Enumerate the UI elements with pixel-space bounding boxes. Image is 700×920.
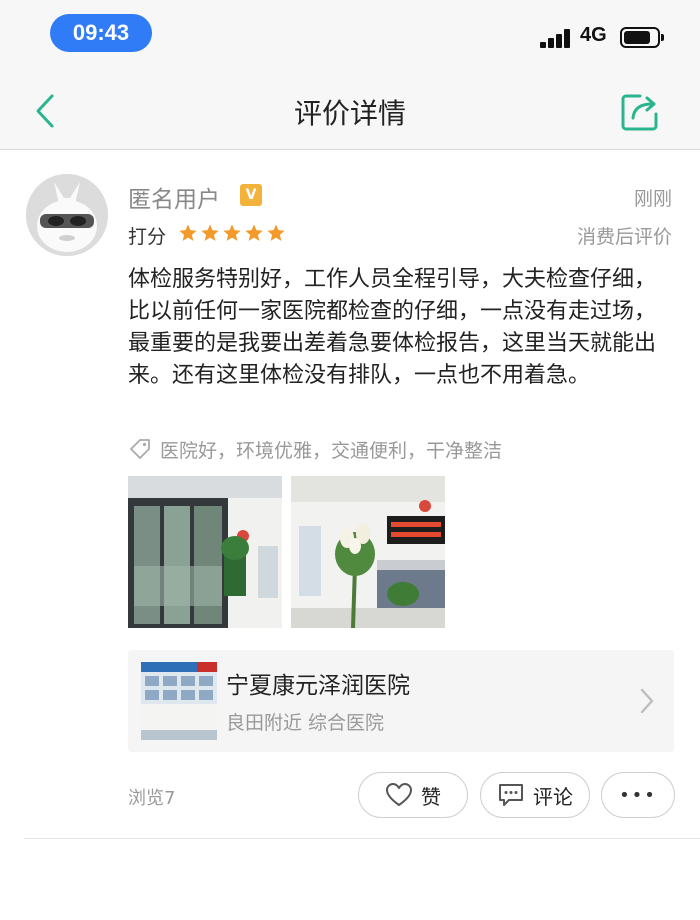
like-button[interactable]: 赞 [358,772,468,818]
rating-label: 打分 [128,226,167,248]
status-bar: 09:43 4G [0,0,700,72]
battery-icon [620,27,664,48]
tag-icon [130,439,150,459]
page-title: 评价详情 [293,97,406,130]
anonymous-avatar-icon [26,174,108,256]
more-button[interactable]: ••• [601,772,675,818]
comment-label: 评论 [533,784,573,809]
review-type: 消费后评价 [576,226,672,248]
user-name[interactable]: 匿名用户 [128,180,220,214]
share-icon[interactable] [618,90,662,134]
signal-icon [540,28,574,48]
comment-icon [499,784,523,806]
avatar[interactable] [26,174,108,256]
view-count: 浏览7 [128,788,176,809]
status-time: 09:43 [50,14,152,52]
review-photo-lobby[interactable] [291,476,445,628]
star-icon [245,224,263,241]
tags-row: 医院好，环境优雅，交通便利，干净整洁 [128,434,502,464]
network-type: 4G [580,24,607,46]
hospital-subtitle: 良田附近 综合医院 [226,712,385,734]
lobby-photo-image [291,476,445,628]
review-photo-entrance[interactable] [128,476,282,628]
heart-icon [386,783,412,806]
more-icon: ••• [619,784,657,806]
comment-button[interactable]: 评论 [480,772,590,818]
vip-badge: V [240,184,262,206]
battery-fill [624,31,650,44]
star-icon [267,224,285,241]
review-text: 体检服务特别好，工作人员全程引导，大夫检查仔细，比以前任何一家医院都检查的仔细，… [128,267,657,388]
star-icon [201,224,219,241]
hospital-card[interactable]: 宁夏康元泽润医院 良田附近 综合医院 [128,650,674,752]
post-time: 刚刚 [633,188,672,210]
star-rating [178,222,286,246]
entrance-photo-image [128,476,282,628]
star-icon [223,224,241,241]
star-icon [179,224,197,241]
chevron-right-icon [640,688,654,714]
hospital-building-image [141,662,217,740]
hospital-thumbnail [141,662,217,740]
like-label: 赞 [421,784,441,809]
tags-text: 医院好，环境优雅，交通便利，干净整洁 [160,439,503,462]
divider [24,838,700,839]
nav-bar: 评价详情 [0,72,700,150]
hospital-name[interactable]: 宁夏康元泽润医院 [226,666,410,700]
